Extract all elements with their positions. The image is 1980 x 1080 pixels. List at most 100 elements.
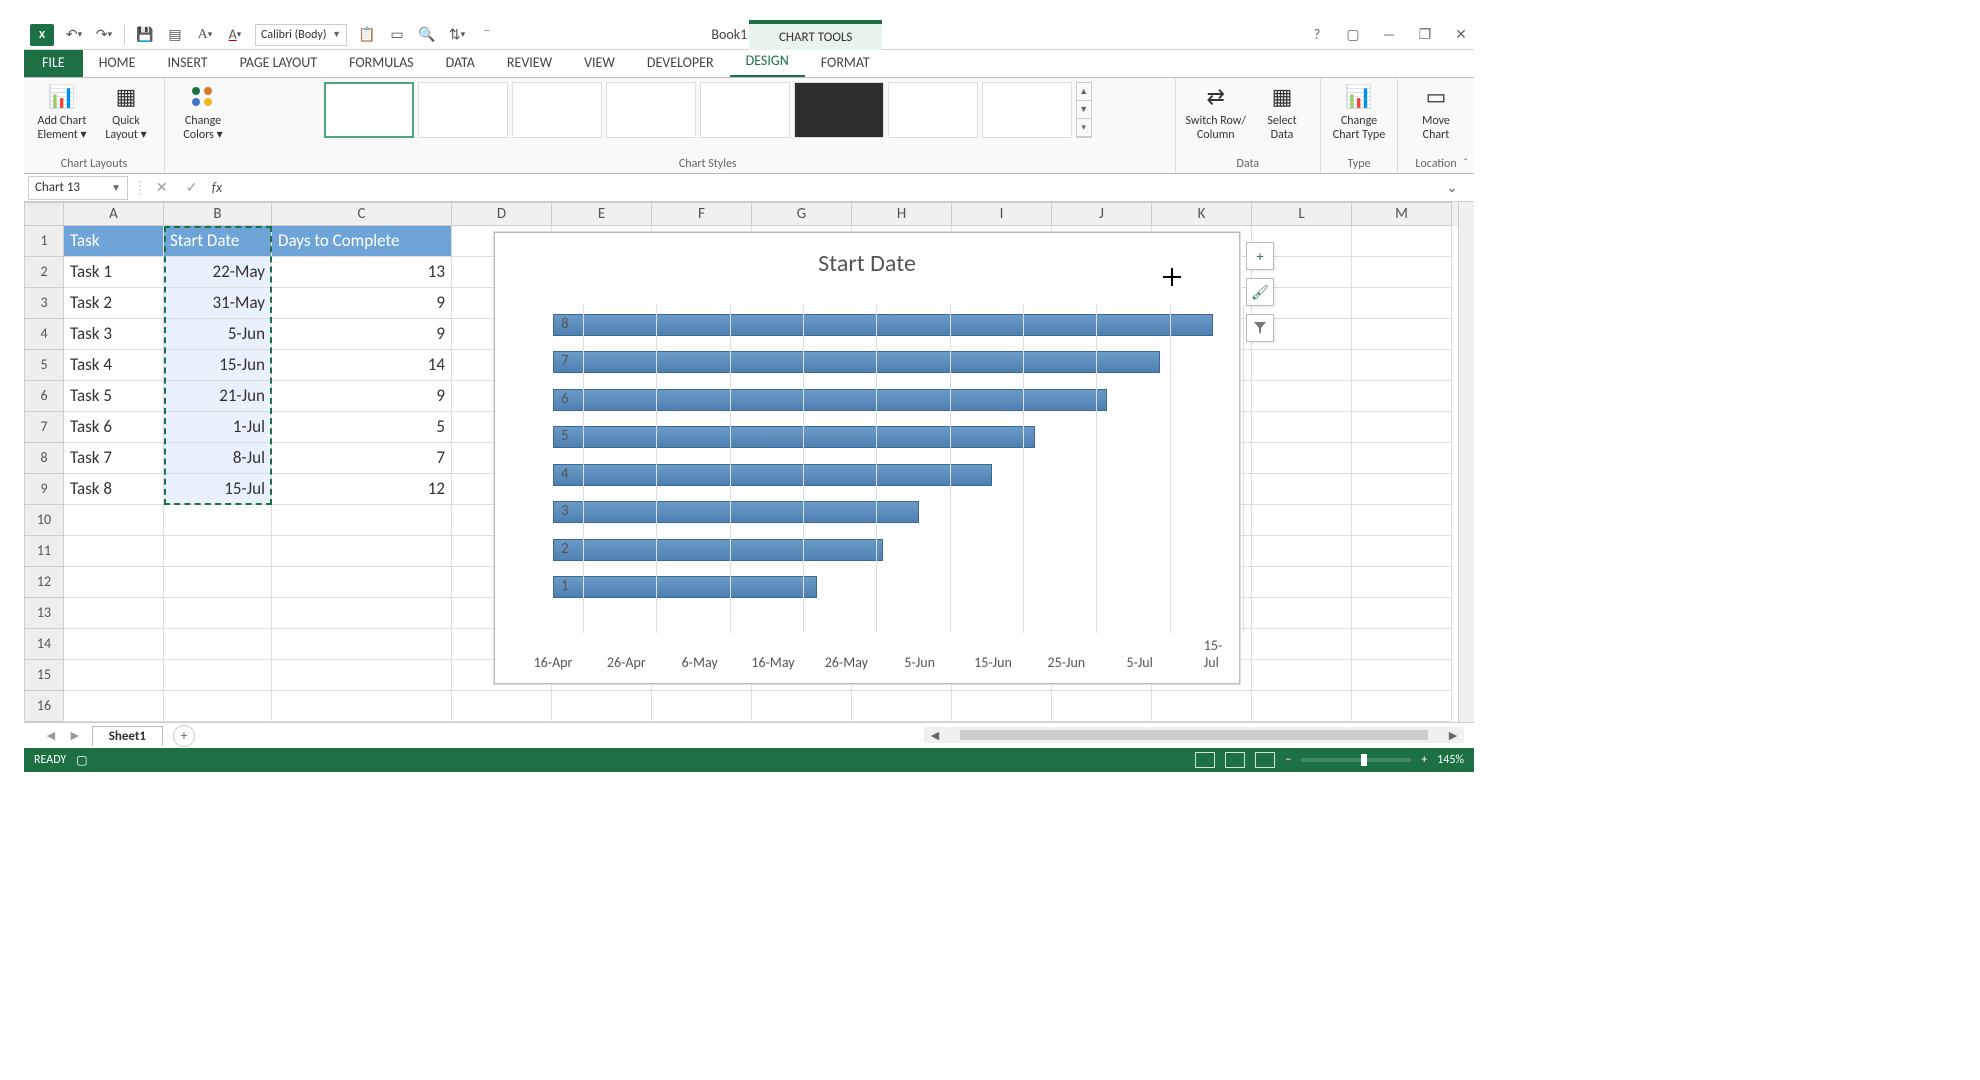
col-header[interactable]: F bbox=[652, 202, 752, 226]
gallery-scroll[interactable]: ▲▼▾ bbox=[1076, 82, 1092, 138]
sort-icon[interactable]: ⇅▾ bbox=[447, 25, 467, 45]
cell[interactable]: 12 bbox=[272, 474, 452, 505]
tab-home[interactable]: HOME bbox=[83, 48, 152, 77]
row-header[interactable]: 6 bbox=[24, 381, 64, 412]
chart-elements-button[interactable]: + bbox=[1246, 242, 1274, 270]
cell[interactable]: Task 5 bbox=[64, 381, 164, 412]
chart-bar[interactable] bbox=[553, 314, 1213, 336]
col-header[interactable]: C bbox=[272, 202, 452, 226]
paste-icon[interactable]: 📋 bbox=[357, 25, 377, 45]
chart-bar[interactable] bbox=[553, 576, 817, 598]
chart-bar[interactable] bbox=[553, 539, 883, 561]
page-break-view-icon[interactable] bbox=[1255, 752, 1275, 768]
cell[interactable]: Task 8 bbox=[64, 474, 164, 505]
row-header[interactable]: 2 bbox=[24, 257, 64, 288]
zoom-slider[interactable] bbox=[1301, 758, 1411, 762]
cell[interactable]: 13 bbox=[272, 257, 452, 288]
restore-icon[interactable]: ❐ bbox=[1416, 26, 1434, 43]
tab-view[interactable]: VIEW bbox=[568, 48, 631, 77]
cell[interactable]: Start Date bbox=[164, 226, 272, 257]
tab-formulas[interactable]: FORMULAS bbox=[333, 48, 430, 77]
chart-style-1[interactable] bbox=[324, 82, 414, 138]
chart-style-8[interactable] bbox=[982, 82, 1072, 138]
cell[interactable]: 14 bbox=[272, 350, 452, 381]
row-header[interactable]: 10 bbox=[24, 505, 64, 536]
cell[interactable]: 8-Jul bbox=[164, 443, 272, 474]
row-header[interactable]: 12 bbox=[24, 567, 64, 598]
tab-data[interactable]: DATA bbox=[430, 48, 491, 77]
col-header[interactable]: B bbox=[164, 202, 272, 226]
chart-bar[interactable] bbox=[553, 501, 919, 523]
row-header[interactable]: 1 bbox=[24, 226, 64, 257]
col-header[interactable]: E bbox=[552, 202, 652, 226]
chart-style-7[interactable] bbox=[888, 82, 978, 138]
cell[interactable]: Task 6 bbox=[64, 412, 164, 443]
row-header[interactable]: 5 bbox=[24, 350, 64, 381]
help-icon[interactable]: ? bbox=[1308, 26, 1326, 43]
row-header[interactable]: 14 bbox=[24, 629, 64, 660]
cancel-formula-icon[interactable]: ✕ bbox=[152, 179, 172, 196]
col-header[interactable]: D bbox=[452, 202, 552, 226]
chart-style-6[interactable] bbox=[794, 82, 884, 138]
col-header[interactable]: G bbox=[752, 202, 852, 226]
select-data-button[interactable]: ▦ Select Data bbox=[1254, 82, 1310, 143]
collapse-ribbon-icon[interactable]: ˇ bbox=[1463, 157, 1468, 171]
row-header[interactable]: 15 bbox=[24, 660, 64, 691]
sheet-nav-next-icon[interactable]: ► bbox=[68, 727, 82, 744]
cell[interactable]: Task 1 bbox=[64, 257, 164, 288]
quick-layout-button[interactable]: ▦ Quick Layout ▾ bbox=[98, 82, 154, 143]
redo-icon[interactable]: ↷▾ bbox=[94, 25, 114, 45]
cell[interactable]: 5 bbox=[272, 412, 452, 443]
change-colors-button[interactable]: Change Colors ▾ bbox=[175, 82, 231, 143]
macro-record-icon[interactable]: ▢ bbox=[76, 753, 87, 768]
file-tab[interactable]: FILE bbox=[24, 48, 83, 77]
cell[interactable]: Task 3 bbox=[64, 319, 164, 350]
horizontal-scrollbar[interactable]: ◄► bbox=[924, 727, 1464, 743]
close-icon[interactable]: ✕ bbox=[1452, 26, 1470, 43]
tab-review[interactable]: REVIEW bbox=[491, 48, 568, 77]
cell[interactable]: 15-Jul bbox=[164, 474, 272, 505]
zoom-out-button[interactable]: − bbox=[1285, 753, 1291, 767]
print-preview-icon[interactable]: ▤ bbox=[165, 25, 185, 45]
fx-icon[interactable]: fx bbox=[212, 179, 222, 196]
formula-input[interactable] bbox=[232, 177, 1436, 199]
chart-title[interactable]: Start Date bbox=[495, 249, 1239, 278]
chart-bar[interactable] bbox=[553, 389, 1107, 411]
cell[interactable]: 9 bbox=[272, 319, 452, 350]
cell[interactable]: 1-Jul bbox=[164, 412, 272, 443]
chart-style-3[interactable] bbox=[512, 82, 602, 138]
chart-filters-button-icon[interactable] bbox=[1246, 314, 1274, 342]
cell[interactable]: 7 bbox=[272, 443, 452, 474]
font-name-combo[interactable]: Calibri (Body) ▼ bbox=[255, 24, 347, 46]
new-icon[interactable]: ▭ bbox=[387, 25, 407, 45]
vertical-scrollbar[interactable] bbox=[1458, 202, 1474, 722]
cell[interactable]: 21-Jun bbox=[164, 381, 272, 412]
new-sheet-button[interactable]: + bbox=[173, 725, 195, 747]
row-header[interactable]: 7 bbox=[24, 412, 64, 443]
zoom-in-button[interactable]: + bbox=[1421, 753, 1427, 767]
chart-style-2[interactable] bbox=[418, 82, 508, 138]
normal-view-icon[interactable] bbox=[1195, 752, 1215, 768]
add-chart-element-button[interactable]: 📊 Add Chart Element ▾ bbox=[34, 82, 90, 143]
customize-icon[interactable]: ‾ bbox=[477, 25, 497, 45]
select-all-corner[interactable] bbox=[24, 202, 64, 226]
cell[interactable]: 15-Jun bbox=[164, 350, 272, 381]
tab-page-layout[interactable]: PAGE LAYOUT bbox=[224, 48, 333, 77]
zoom-value[interactable]: 145% bbox=[1437, 753, 1464, 767]
cell[interactable]: Task bbox=[64, 226, 164, 257]
sheet-nav-prev-icon[interactable]: ◄ bbox=[44, 727, 58, 744]
zoom-icon[interactable]: 🔍 bbox=[417, 25, 437, 45]
col-header[interactable]: J bbox=[1052, 202, 1152, 226]
chart-x-axis[interactable]: 16-Apr26-Apr6-May16-May26-May5-Jun15-Jun… bbox=[553, 637, 1219, 671]
row-header[interactable]: 16 bbox=[24, 691, 64, 722]
chart-bar[interactable] bbox=[553, 351, 1160, 373]
cell[interactable]: 31-May bbox=[164, 288, 272, 319]
row-header[interactable]: 13 bbox=[24, 598, 64, 629]
cell[interactable]: 5-Jun bbox=[164, 319, 272, 350]
sheet-tab[interactable]: Sheet1 bbox=[92, 726, 163, 746]
row-header[interactable]: 11 bbox=[24, 536, 64, 567]
chart-style-4[interactable] bbox=[606, 82, 696, 138]
cell[interactable]: Task 2 bbox=[64, 288, 164, 319]
row-header[interactable]: 8 bbox=[24, 443, 64, 474]
chart-bar[interactable] bbox=[553, 464, 992, 486]
